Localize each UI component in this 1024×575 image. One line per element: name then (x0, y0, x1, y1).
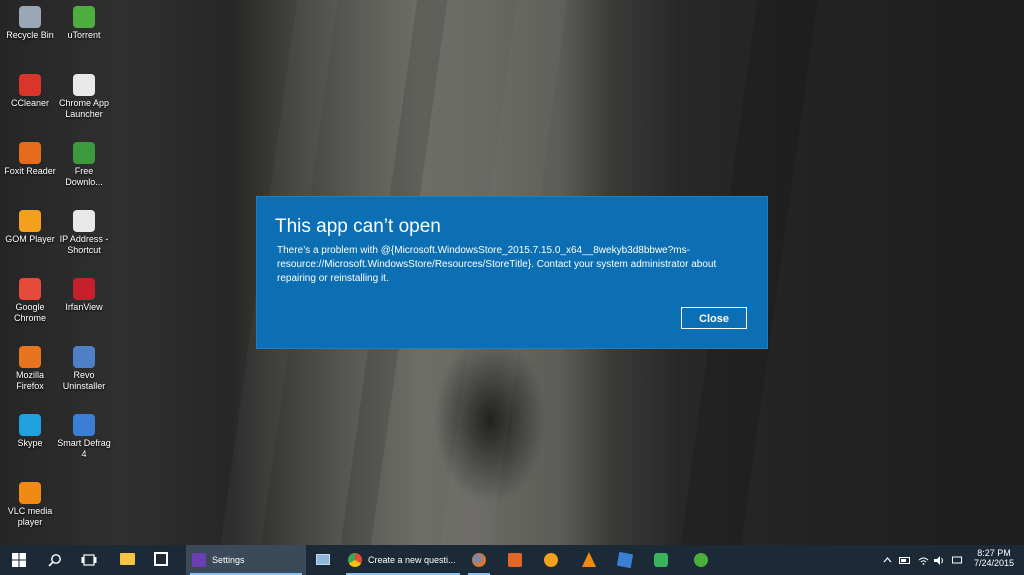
irfanview-icon (73, 278, 95, 300)
taskbar: Settings Create a new questi... 8:27 PM … (0, 545, 1024, 575)
media-player-icon (508, 553, 522, 567)
desktop-icon[interactable]: Mozilla Firefox (2, 344, 58, 392)
windows-logo-icon (12, 553, 26, 567)
app-taskbar-button[interactable] (308, 545, 338, 575)
utorrent-icon (694, 553, 708, 567)
desktop-icon-label: uTorrent (67, 30, 101, 40)
desktop-icon[interactable]: IP Address - Shortcut (56, 208, 112, 256)
desktop-icon-label: Recycle Bin (6, 30, 54, 40)
ime-button[interactable] (950, 545, 964, 575)
chrome-icon (348, 553, 362, 567)
desktop-icon[interactable]: uTorrent (56, 4, 112, 41)
network-button[interactable] (916, 545, 930, 575)
clock-time: 8:27 PM (977, 548, 1011, 558)
keyboard-icon (952, 556, 962, 564)
desktop-icon[interactable]: GOM Player (2, 208, 58, 245)
utorrent-icon (73, 6, 95, 28)
firefox-taskbar-button[interactable] (464, 545, 494, 575)
store-icon (154, 552, 168, 566)
desktop-icon[interactable]: IrfanView (56, 276, 112, 313)
desktop-icon-label: Skype (17, 438, 43, 448)
desktop-icon[interactable]: VLC media player (2, 480, 58, 528)
desktop-icon[interactable]: Smart Defrag 4 (56, 412, 112, 460)
vlc-icon (582, 552, 596, 567)
start-button[interactable] (6, 545, 32, 575)
desktop-icon-label: Smart Defrag 4 (57, 438, 111, 459)
desktop-icon-label: IP Address - Shortcut (59, 234, 109, 255)
folder-icon (120, 553, 135, 565)
firefox-icon (472, 553, 486, 567)
task-view-button[interactable] (76, 545, 102, 575)
defrag-taskbar-button[interactable] (610, 545, 640, 575)
desktop-icon-label: Foxit Reader (4, 166, 56, 176)
settings-gear-icon (192, 553, 206, 567)
wifi-icon (918, 557, 928, 565)
desktop-icon[interactable]: Free Downlo... (56, 140, 112, 188)
desktop-icon-label: CCleaner (10, 98, 50, 108)
desktop-icon[interactable]: Skype (2, 412, 58, 449)
chrome-app-launcher-icon (73, 74, 95, 96)
desktop-icon[interactable]: Google Chrome (2, 276, 58, 324)
media-taskbar-button[interactable] (500, 545, 530, 575)
close-button[interactable]: Close (681, 307, 747, 329)
store-taskbar-button[interactable] (146, 545, 176, 575)
desktop-icon-label: VLC media player (7, 506, 53, 527)
gom-taskbar-button[interactable] (536, 545, 566, 575)
window-icon (316, 554, 330, 565)
smart-defrag-icon (73, 414, 95, 436)
network-app-icon (654, 553, 668, 567)
desktop-icon-label: GOM Player (5, 234, 55, 244)
vlc-taskbar-button[interactable] (574, 545, 604, 575)
error-dialog: This app can’t open There’s a problem wi… (257, 197, 767, 348)
settings-taskbar-button[interactable]: Settings (186, 545, 306, 575)
chrome-taskbar-button[interactable]: Create a new questi... (342, 545, 464, 575)
gom-player-icon (19, 210, 41, 232)
dialog-title: This app can’t open (275, 216, 441, 237)
dialog-message: There’s a problem with @{Microsoft.Windo… (277, 245, 717, 284)
desktop-icon-label: Free Downlo... (65, 166, 103, 187)
desktop-icon[interactable]: Foxit Reader (2, 140, 58, 177)
desktop-icon-label: IrfanView (65, 302, 103, 312)
chevron-up-icon (883, 557, 891, 563)
vlc-icon (19, 482, 41, 504)
desktop-icon[interactable]: Chrome App Launcher (56, 72, 112, 120)
foxit-reader-icon (19, 142, 41, 164)
volume-icon (933, 555, 943, 565)
gom-player-icon (544, 553, 558, 567)
app2-taskbar-button[interactable] (646, 545, 676, 575)
desktop-icon-label: Chrome App Launcher (58, 98, 110, 119)
skype-icon (19, 414, 41, 436)
utorrent-taskbar-button[interactable] (686, 545, 716, 575)
show-hidden-icons-button[interactable] (880, 545, 894, 575)
battery-icon (899, 556, 910, 564)
free-download-icon (73, 142, 95, 164)
defrag-icon (616, 551, 634, 569)
search-icon (48, 554, 61, 567)
recycle-bin-icon (19, 6, 41, 28)
desktop-icon[interactable]: Recycle Bin (2, 4, 58, 41)
firefox-icon (19, 346, 41, 368)
file-explorer-taskbar-button[interactable] (112, 545, 142, 575)
ccleaner-icon (19, 74, 41, 96)
task-view-icon (81, 554, 97, 566)
google-chrome-icon (19, 278, 41, 300)
battery-button[interactable] (898, 545, 912, 575)
desktop-icon[interactable]: Revo Uninstaller (56, 344, 112, 392)
desktop-icon-label: Revo Uninstaller (62, 370, 106, 391)
clock[interactable]: 8:27 PM 7/24/2015 (966, 548, 1022, 568)
desktop-icon[interactable]: CCleaner (2, 72, 58, 109)
clock-date: 7/24/2015 (973, 558, 1015, 568)
desktop-icon-label: Google Chrome (13, 302, 46, 323)
settings-taskbar-label: Settings (212, 555, 245, 565)
search-button[interactable] (42, 545, 68, 575)
document-icon (73, 210, 95, 232)
revo-uninstaller-icon (73, 346, 95, 368)
volume-button[interactable] (932, 545, 946, 575)
chrome-taskbar-label: Create a new questi... (368, 555, 456, 565)
desktop-icon-label: Mozilla Firefox (15, 370, 44, 391)
